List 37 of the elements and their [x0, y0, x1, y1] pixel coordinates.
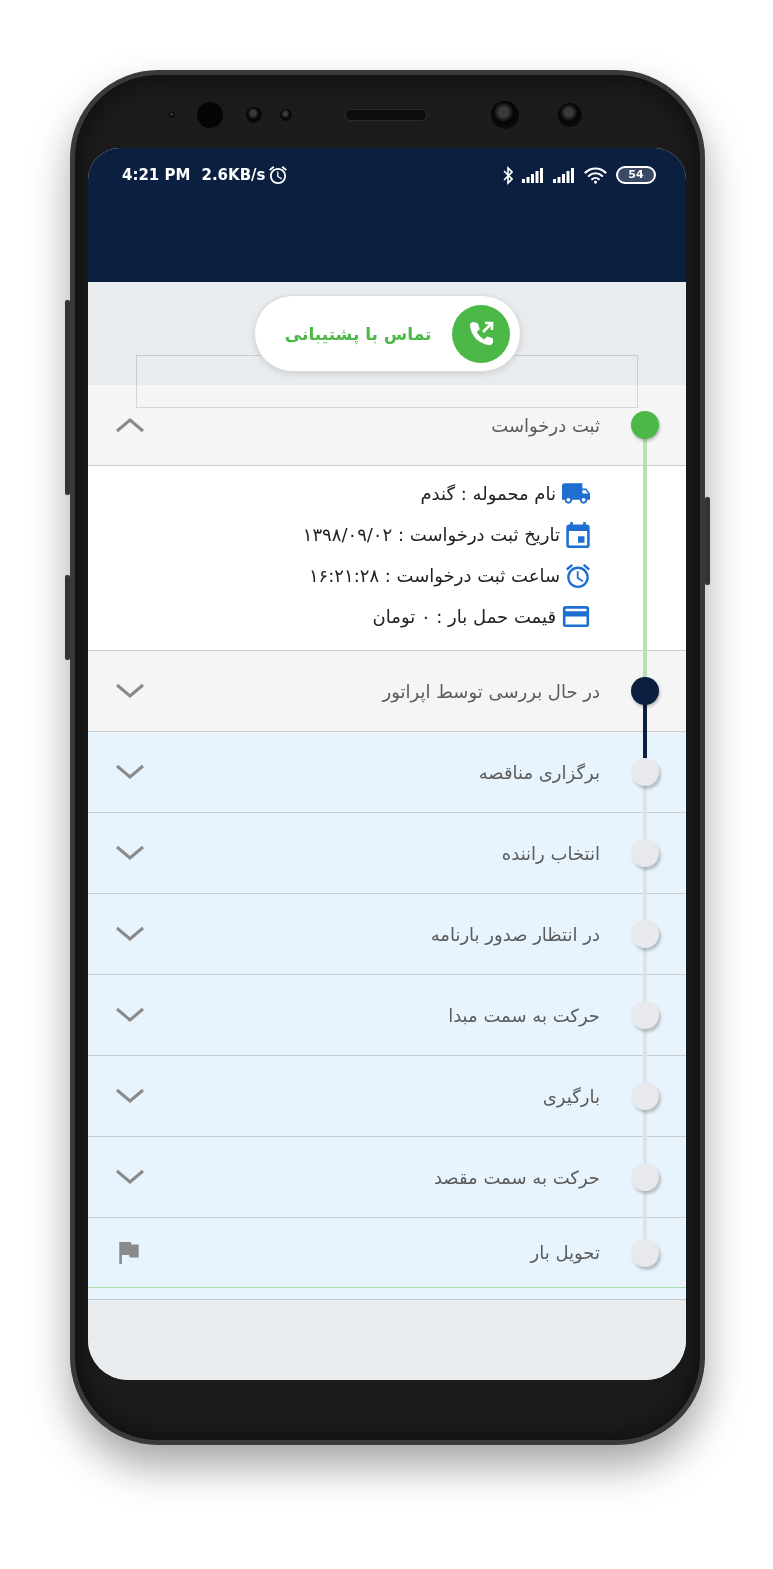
detail-text: تاریخ ثبت درخواست : ۱۳۹۸/۰۹/۰۲ [302, 524, 560, 545]
sensor-icon [169, 111, 175, 118]
signal-icon [553, 167, 575, 183]
step-row[interactable]: انتخاب راننده [88, 813, 686, 894]
calendar-icon [566, 521, 590, 548]
signal-icon [522, 167, 544, 183]
side-button[interactable] [705, 497, 710, 585]
sensor-icon [280, 108, 292, 121]
sensor-icon [246, 106, 262, 123]
speaker-slot-icon [345, 108, 427, 121]
detail-text: ساعت ثبت درخواست : ۱۶:۲۱:۲۸ [308, 565, 560, 586]
camera-lens-icon [491, 100, 519, 129]
network-speed: 2.6KB/s [201, 166, 266, 184]
side-button[interactable] [65, 300, 70, 495]
step-row[interactable]: ثبت درخواست [88, 385, 686, 466]
step-row[interactable]: حرکت به سمت مقصد [88, 1137, 686, 1218]
credit-card-icon [562, 606, 590, 627]
step-row[interactable]: برگزاری مناقصه [88, 732, 686, 813]
step-row[interactable]: بارگیری [88, 1056, 686, 1137]
battery-indicator: 54 [616, 166, 656, 184]
detail-text: نام محموله : گندم [420, 483, 556, 504]
wifi-icon [584, 166, 607, 184]
camera-lens-icon [197, 101, 223, 128]
step-row[interactable]: تحویل بار [88, 1218, 686, 1288]
truck-icon [562, 483, 590, 504]
alarm-clock-icon [566, 562, 590, 589]
detail-text: قیمت حمل بار : ۰ تومان [372, 606, 556, 627]
step-row[interactable]: در حال بررسی توسط اپراتور [88, 651, 686, 732]
status-time: 4:21 PM [122, 166, 191, 184]
step-row[interactable]: در انتظار صدور بارنامه [88, 894, 686, 975]
alarm-clock-icon [268, 166, 287, 184]
phone-call-icon [451, 304, 510, 363]
flag-icon [119, 1241, 139, 1264]
camera-lens-icon [558, 102, 582, 127]
bluetooth-icon [503, 165, 513, 185]
side-button[interactable] [65, 575, 70, 660]
step-row[interactable]: حرکت به سمت مبدا [88, 975, 686, 1056]
